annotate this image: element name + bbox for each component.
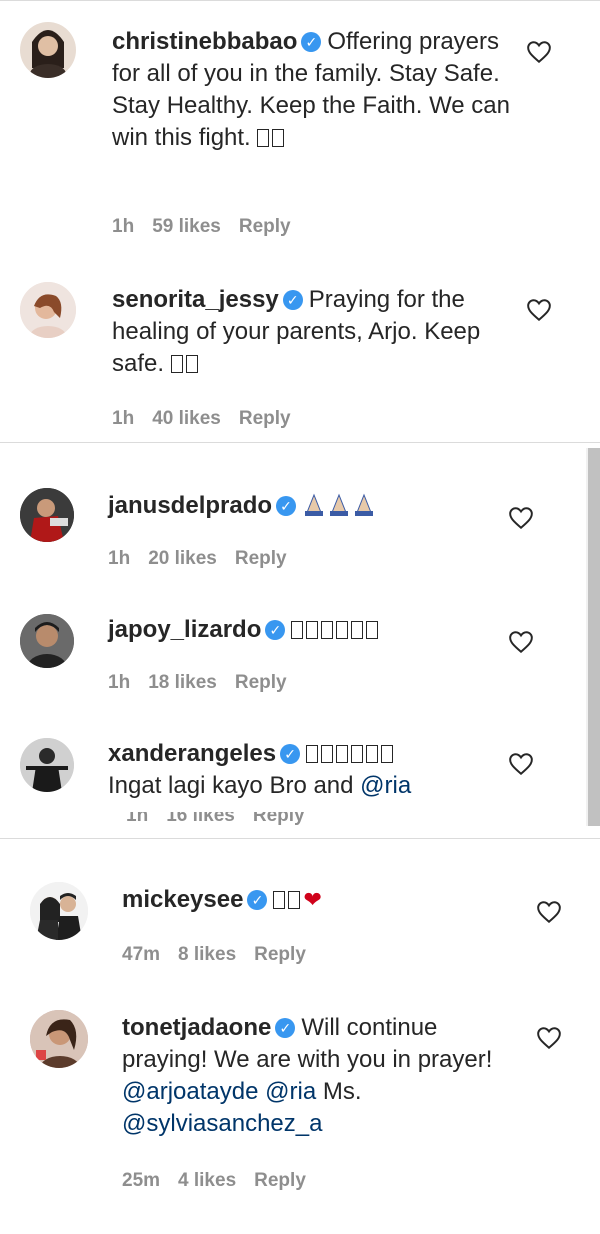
avatar[interactable] (30, 882, 88, 940)
emoji-placeholder-icon (291, 621, 304, 639)
emoji-placeholder-icon (336, 745, 349, 763)
emoji-placeholder-icon (272, 129, 285, 147)
likes-count[interactable]: 20 likes (148, 548, 217, 569)
emoji-placeholder-icon (336, 621, 349, 639)
verified-badge-icon: ✓ (265, 620, 286, 640)
comment-meta: 25m 4 likes Reply (122, 1170, 324, 1192)
username[interactable]: senorita_jessy (112, 286, 279, 313)
heart-outline-icon[interactable] (536, 900, 562, 924)
heart-outline-icon[interactable] (536, 1026, 562, 1050)
likes-count[interactable]: 18 likes (148, 672, 217, 693)
red-heart-emoji-icon: ❤ (303, 887, 322, 912)
heart-outline-icon[interactable] (526, 298, 552, 322)
comment-text: xanderangeles ✓ Ingat lagi kayo Bro and @… (108, 738, 528, 802)
username[interactable]: janusdelprado (108, 492, 272, 519)
emoji-placeholder-icon (257, 129, 270, 147)
comment-meta: 1h 20 likes Reply (108, 548, 305, 570)
username[interactable]: xanderangeles (108, 740, 276, 767)
praying-hands-emoji-icon (302, 493, 380, 526)
reply-button[interactable]: Reply (254, 944, 306, 965)
comment-meta: 1h 59 likes Reply (112, 216, 309, 238)
emoji-placeholder-icon (185, 355, 198, 373)
reply-button[interactable]: Reply (239, 216, 291, 237)
comment-time[interactable]: 1h (112, 216, 134, 237)
verified-badge-icon: ✓ (276, 496, 297, 516)
reply-button[interactable]: Reply (254, 1170, 306, 1191)
reply-button[interactable]: Reply (253, 812, 305, 826)
likes-count[interactable]: 4 likes (178, 1170, 236, 1191)
emoji-placeholder-icon (321, 745, 334, 763)
comment-time[interactable]: 25m (122, 1170, 160, 1191)
comment-time[interactable]: 1h (112, 408, 134, 429)
comment-time[interactable]: 1h (126, 812, 148, 826)
section-divider (0, 442, 600, 443)
emoji-placeholder-icon (273, 891, 286, 909)
section-divider (0, 838, 600, 839)
reply-button[interactable]: Reply (239, 408, 291, 429)
emoji-placeholder-icon (306, 621, 319, 639)
comment-time[interactable]: 1h (108, 548, 130, 569)
verified-badge-icon: ✓ (301, 32, 322, 52)
emoji-placeholder-icon (366, 621, 379, 639)
heart-outline-icon[interactable] (526, 40, 552, 64)
username[interactable]: mickeysee (122, 886, 243, 913)
comment-time[interactable]: 1h (108, 672, 130, 693)
avatar[interactable] (20, 738, 74, 792)
avatar[interactable] (20, 488, 74, 542)
scrollbar-thumb[interactable] (588, 448, 600, 826)
emoji-placeholder-icon (366, 745, 379, 763)
emoji-placeholder-icon (351, 621, 364, 639)
verified-badge-icon: ✓ (275, 1018, 296, 1038)
likes-count[interactable]: 16 likes (166, 812, 235, 826)
heart-outline-icon[interactable] (508, 506, 534, 530)
reply-button[interactable]: Reply (235, 548, 287, 569)
reply-button[interactable]: Reply (235, 672, 287, 693)
username[interactable]: japoy_lizardo (108, 616, 261, 643)
top-border (0, 0, 600, 1)
verified-badge-icon: ✓ (282, 290, 303, 310)
avatar[interactable] (20, 22, 76, 78)
likes-count[interactable]: 59 likes (152, 216, 221, 237)
avatar[interactable] (20, 614, 74, 668)
emoji-placeholder-icon (321, 621, 334, 639)
heart-outline-icon[interactable] (508, 630, 534, 654)
likes-count[interactable]: 8 likes (178, 944, 236, 965)
comment-text: tonetjadaone ✓ Will continue praying! We a… (122, 1012, 522, 1140)
comment-time[interactable]: 47m (122, 944, 160, 965)
verified-badge-icon: ✓ (247, 890, 268, 910)
avatar[interactable] (30, 1010, 88, 1068)
emoji-placeholder-icon (170, 355, 183, 373)
comment-text: japoy_lizardo ✓ (108, 614, 528, 646)
comment-meta: 47m 8 likes Reply (122, 944, 324, 966)
avatar[interactable] (20, 282, 76, 338)
emoji-placeholder-icon (306, 745, 319, 763)
emoji-placeholder-icon (351, 745, 364, 763)
mention-link[interactable]: @arjoatayde (122, 1078, 258, 1105)
comment-meta: 1h 18 likes Reply (108, 672, 305, 694)
mention-link[interactable]: @ria (360, 772, 411, 799)
emoji-placeholder-icon (381, 745, 394, 763)
comment-text: mickeysee ✓ ❤ (122, 884, 522, 916)
comment-text: christinebbabao ✓ Offering prayers for all… (112, 26, 512, 154)
username[interactable]: christinebbabao (112, 28, 297, 55)
heart-outline-icon[interactable] (508, 752, 534, 776)
comment-body: Ingat lagi kayo Bro and (108, 772, 354, 799)
likes-count[interactable]: 40 likes (152, 408, 221, 429)
comment-text: janusdelprado ✓ (108, 490, 528, 526)
verified-badge-icon: ✓ (280, 744, 301, 764)
username[interactable]: tonetjadaone (122, 1014, 271, 1041)
mention-link[interactable]: @sylviasanchez_a (122, 1110, 322, 1137)
comment-body: Ms. (322, 1078, 362, 1105)
comment-text: senorita_jessy ✓ Praying for the healing o… (112, 284, 512, 380)
comment-meta-clipped: 1h 16 likes Reply (126, 812, 323, 826)
comment-meta: 1h 40 likes Reply (112, 408, 309, 430)
emoji-placeholder-icon (288, 891, 301, 909)
mention-link[interactable]: @ria (265, 1078, 316, 1105)
